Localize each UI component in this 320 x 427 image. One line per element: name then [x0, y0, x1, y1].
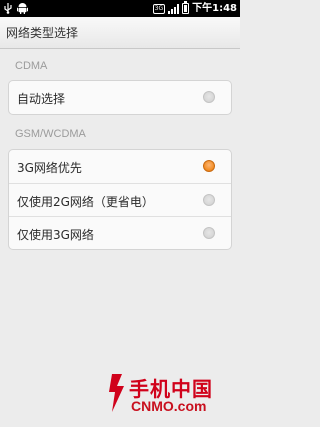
status-bar: 3G 下午1:48	[0, 0, 240, 17]
watermark-en: CNMO.com	[131, 398, 207, 414]
android-icon	[17, 3, 28, 14]
gsm-wcdma-options-card: 3G网络优先 仅使用2G网络（更省电） 仅使用3G网络	[8, 149, 232, 250]
option-label: 仅使用2G网络（更省电）	[17, 195, 154, 209]
section-header-gsm-wcdma: GSM/WCDMA	[15, 128, 86, 140]
radio-button[interactable]	[203, 227, 215, 239]
option-label: 3G网络优先	[17, 161, 82, 175]
option-auto-select[interactable]: 自动选择	[9, 81, 231, 114]
option-3g-only[interactable]: 仅使用3G网络	[9, 216, 231, 249]
radio-button-selected[interactable]	[203, 160, 215, 172]
status-left-icons	[3, 2, 28, 14]
cdma-options-card: 自动选择	[8, 80, 232, 115]
watermark: 手机中国 CNMO.com	[106, 372, 234, 420]
status-right-icons: 3G 下午1:48	[152, 1, 237, 16]
usb-icon	[4, 2, 12, 14]
radio-button[interactable]	[203, 91, 215, 103]
signal-strength-icon	[168, 3, 180, 14]
battery-icon	[182, 1, 190, 14]
option-3g-preferred[interactable]: 3G网络优先	[9, 150, 231, 183]
status-time: 下午1:48	[192, 3, 237, 14]
option-2g-only[interactable]: 仅使用2G网络（更省电）	[9, 183, 231, 216]
cnmo-logo-icon	[109, 374, 124, 412]
option-label: 自动选择	[17, 92, 66, 106]
section-header-cdma: CDMA	[15, 60, 48, 72]
radio-button[interactable]	[203, 194, 215, 206]
option-label: 仅使用3G网络	[17, 228, 94, 242]
title-bar: 网络类型选择	[0, 17, 240, 49]
network-type-badge: 3G	[152, 3, 166, 14]
page-title: 网络类型选择	[6, 26, 79, 40]
